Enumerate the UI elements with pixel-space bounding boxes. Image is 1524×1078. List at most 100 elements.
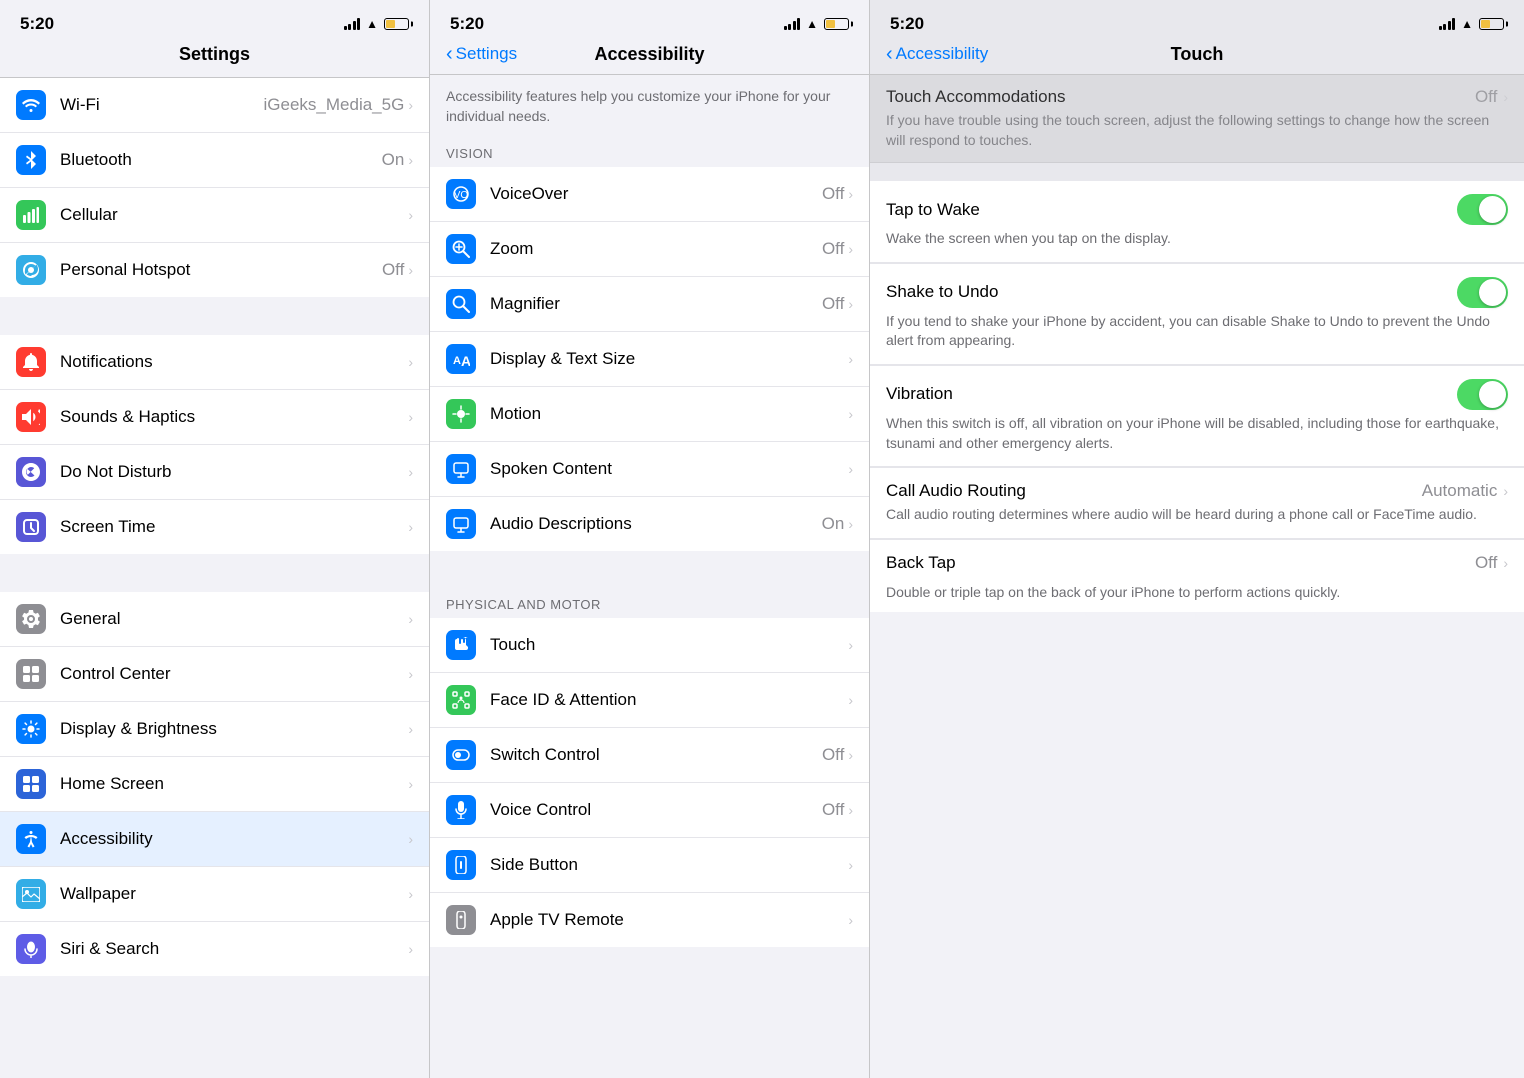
screentime-row-content: Screen Time › — [60, 517, 413, 537]
settings-row-controlcenter[interactable]: Control Center › — [0, 647, 429, 702]
settings-row-accessibility[interactable]: Accessibility › — [0, 812, 429, 867]
displaybrightness-label: Display & Brightness — [60, 719, 217, 739]
wifi-icon-right: ▲ — [1461, 17, 1473, 31]
vibration-label: Vibration — [886, 384, 953, 404]
physical-group: Touch › Face ID & Attention › — [430, 618, 869, 947]
appletvremote-icon — [446, 905, 476, 935]
physical-section-header: PHYSICAL AND MOTOR — [430, 589, 869, 618]
accessibility-row-sidebutton[interactable]: Side Button › — [430, 838, 869, 893]
displaytextsize-icon: AA — [446, 344, 476, 374]
touch-accommodations-chevron-icon: › — [1503, 89, 1508, 105]
settings-row-donotdisturb[interactable]: Do Not Disturb › — [0, 445, 429, 500]
call-audio-chevron-icon: › — [1503, 483, 1508, 499]
call-audio-row[interactable]: Call Audio Routing Automatic › Call audi… — [870, 468, 1524, 539]
signal-icon-right — [1439, 18, 1456, 30]
accessibility-row-magnifier[interactable]: Magnifier Off › — [430, 277, 869, 332]
vibration-row[interactable]: Vibration When this switch is off, all v… — [870, 366, 1524, 467]
accessibility-row-touch[interactable]: Touch › — [430, 618, 869, 673]
sidebutton-value: › — [848, 857, 853, 873]
accessibility-row-appletvremote[interactable]: Apple TV Remote › — [430, 893, 869, 947]
accessibility-row-spokencontent[interactable]: Spoken Content › — [430, 442, 869, 497]
zoom-value: Off › — [822, 239, 853, 259]
accessibility-row-switchcontrol[interactable]: Switch Control Off › — [430, 728, 869, 783]
cellular-value: › — [408, 207, 413, 223]
cellular-row-icon — [16, 200, 46, 230]
controlcenter-row-content: Control Center › — [60, 664, 413, 684]
touch-accommodations-row[interactable]: Touch Accommodations Off › If you have t… — [870, 75, 1524, 163]
left-panel: 5:20 ▲ Settings Wi-Fi — [0, 0, 430, 1078]
accessibility-row-displaytextsize[interactable]: AA Display & Text Size › — [430, 332, 869, 387]
shake-to-undo-toggle[interactable] — [1457, 277, 1508, 308]
accessibility-row-voicecontrol[interactable]: Voice Control Off › — [430, 783, 869, 838]
group-display: General › Control Center › — [0, 592, 429, 976]
mid-back-button[interactable]: ‹ Settings — [446, 44, 517, 64]
settings-row-cellular[interactable]: Cellular › — [0, 188, 429, 243]
settings-row-bluetooth[interactable]: Bluetooth On › — [0, 133, 429, 188]
mid-panel: 5:20 ▲ ‹ Settings Accessibility Accessib… — [430, 0, 870, 1078]
accessibility-value: › — [408, 831, 413, 847]
cellular-row-content: Cellular › — [60, 205, 413, 225]
status-bar-left: 5:20 ▲ — [0, 0, 429, 40]
back-tap-label: Back Tap — [886, 553, 956, 573]
tap-to-wake-header: Tap to Wake — [886, 194, 1508, 225]
displaytextsize-value: › — [848, 351, 853, 367]
accessibility-row-voiceover[interactable]: VO VoiceOver Off › — [430, 167, 869, 222]
touch-value: › — [848, 637, 853, 653]
wallpaper-label: Wallpaper — [60, 884, 136, 904]
hotspot-label: Personal Hotspot — [60, 260, 190, 280]
audiodesc-label: Audio Descriptions — [490, 514, 632, 534]
touch-icon — [446, 630, 476, 660]
motion-icon — [446, 399, 476, 429]
magnifier-icon — [446, 289, 476, 319]
sidebutton-icon — [446, 850, 476, 880]
voiceover-label: VoiceOver — [490, 184, 568, 204]
svg-text:A: A — [453, 355, 461, 367]
tap-to-wake-row[interactable]: Tap to Wake Wake the screen when you tap… — [870, 181, 1524, 263]
call-audio-header: Call Audio Routing Automatic › — [886, 481, 1508, 501]
left-settings-list[interactable]: Wi-Fi iGeeks_Media_5G › Bluetooth On › — [0, 78, 429, 1066]
faceid-content: Face ID & Attention › — [490, 690, 853, 710]
back-tap-header: Back Tap Off › — [886, 553, 1508, 573]
status-icons-right: ▲ — [1439, 17, 1504, 31]
settings-row-wallpaper[interactable]: Wallpaper › — [0, 867, 429, 922]
settings-row-screentime[interactable]: Screen Time › — [0, 500, 429, 554]
settings-row-wifi[interactable]: Wi-Fi iGeeks_Media_5G › — [0, 78, 429, 133]
hotspot-row-content: Personal Hotspot Off › — [60, 260, 413, 280]
settings-row-hotspot[interactable]: Personal Hotspot Off › — [0, 243, 429, 297]
settings-row-notifications[interactable]: Notifications › — [0, 335, 429, 390]
sounds-row-icon — [16, 402, 46, 432]
tap-to-wake-toggle-knob — [1479, 196, 1506, 223]
vibration-toggle[interactable] — [1457, 379, 1508, 410]
shake-to-undo-desc: If you tend to shake your iPhone by acci… — [886, 312, 1508, 351]
magnifier-content: Magnifier Off › — [490, 294, 853, 314]
zoom-icon — [446, 234, 476, 264]
controlcenter-label: Control Center — [60, 664, 171, 684]
accessibility-row-audiodesc[interactable]: Audio Descriptions On › — [430, 497, 869, 551]
homescreen-label: Home Screen — [60, 774, 164, 794]
mid-settings-list[interactable]: Accessibility features help you customiz… — [430, 75, 869, 1063]
homescreen-row-icon — [16, 769, 46, 799]
accessibility-row-motion[interactable]: Motion › — [430, 387, 869, 442]
settings-row-sounds[interactable]: Sounds & Haptics › — [0, 390, 429, 445]
shake-to-undo-row[interactable]: Shake to Undo If you tend to shake your … — [870, 264, 1524, 365]
call-audio-value-row: Automatic › — [1422, 481, 1508, 501]
sounds-row-content: Sounds & Haptics › — [60, 407, 413, 427]
tap-to-wake-toggle[interactable] — [1457, 194, 1508, 225]
appletvremote-value: › — [848, 912, 853, 928]
settings-row-displaybrightness[interactable]: Display & Brightness › — [0, 702, 429, 757]
controlcenter-value: › — [408, 666, 413, 682]
settings-row-general[interactable]: General › — [0, 592, 429, 647]
settings-row-homescreen[interactable]: Home Screen › — [0, 757, 429, 812]
homescreen-row-content: Home Screen › — [60, 774, 413, 794]
back-tap-row[interactable]: Back Tap Off › Double or triple tap on t… — [870, 540, 1524, 613]
displaytextsize-label: Display & Text Size — [490, 349, 635, 369]
right-nav-title: Touch — [1171, 44, 1224, 65]
vibration-header: Vibration — [886, 379, 1508, 410]
screentime-label: Screen Time — [60, 517, 155, 537]
accessibility-row-zoom[interactable]: Zoom Off › — [430, 222, 869, 277]
vibration-toggle-knob — [1479, 381, 1506, 408]
right-back-button[interactable]: ‹ Accessibility — [886, 44, 988, 64]
settings-row-siri[interactable]: Siri & Search › — [0, 922, 429, 976]
accessibility-row-faceid[interactable]: Face ID & Attention › — [430, 673, 869, 728]
donotdisturb-value: › — [408, 464, 413, 480]
